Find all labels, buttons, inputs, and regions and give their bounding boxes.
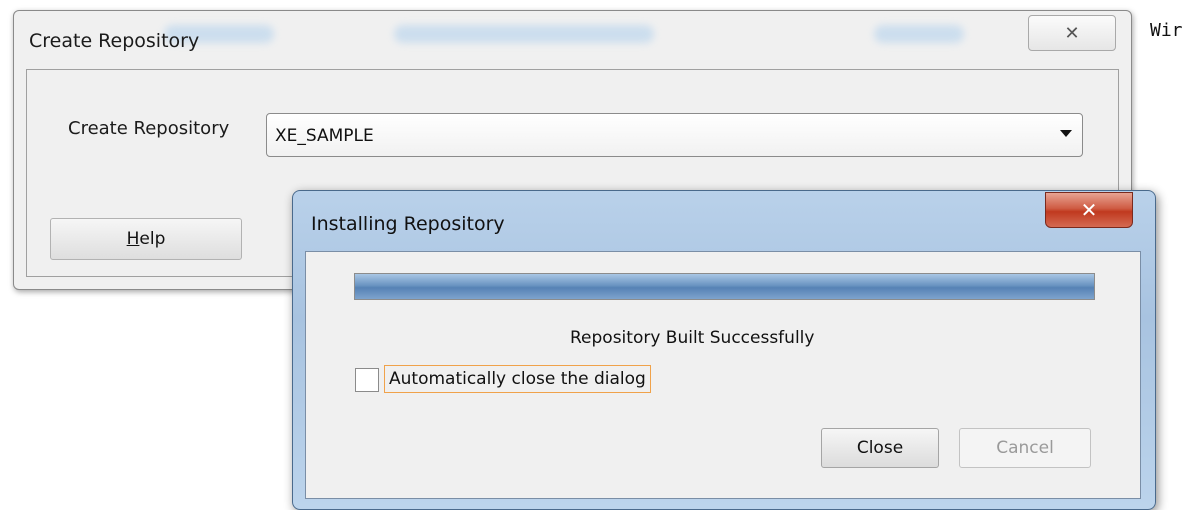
- repository-select-value: XE_SAMPLE: [275, 126, 374, 146]
- install-status-text: Repository Built Successfully: [570, 328, 815, 348]
- help-button[interactable]: Help: [50, 218, 242, 260]
- install-dialog-title: Installing Repository: [311, 213, 505, 235]
- blurred-titlebar-text: [394, 25, 654, 43]
- dropdown-arrow-icon[interactable]: [1060, 130, 1072, 137]
- install-progress-fill: [355, 274, 1094, 299]
- auto-close-checkbox[interactable]: [355, 368, 379, 392]
- help-mnemonic: H: [126, 229, 140, 249]
- auto-close-label[interactable]: Automatically close the dialog: [384, 365, 651, 393]
- close-icon: ✕: [1064, 22, 1080, 44]
- install-dialog-close-button[interactable]: ✕: [1045, 192, 1133, 228]
- repository-select[interactable]: XE_SAMPLE: [266, 113, 1083, 157]
- help-label-rest: elp: [139, 229, 166, 249]
- create-repository-label: Create Repository: [68, 118, 230, 139]
- background-window-text: Wir: [1150, 20, 1183, 41]
- blurred-titlebar-text: [874, 25, 964, 43]
- close-button[interactable]: Close: [821, 428, 939, 468]
- cancel-button: Cancel: [959, 428, 1091, 468]
- create-dialog-close-button[interactable]: ✕: [1028, 15, 1116, 51]
- close-icon: ✕: [1080, 198, 1098, 222]
- create-dialog-title: Create Repository: [29, 30, 200, 52]
- install-progress-bar: [354, 273, 1095, 300]
